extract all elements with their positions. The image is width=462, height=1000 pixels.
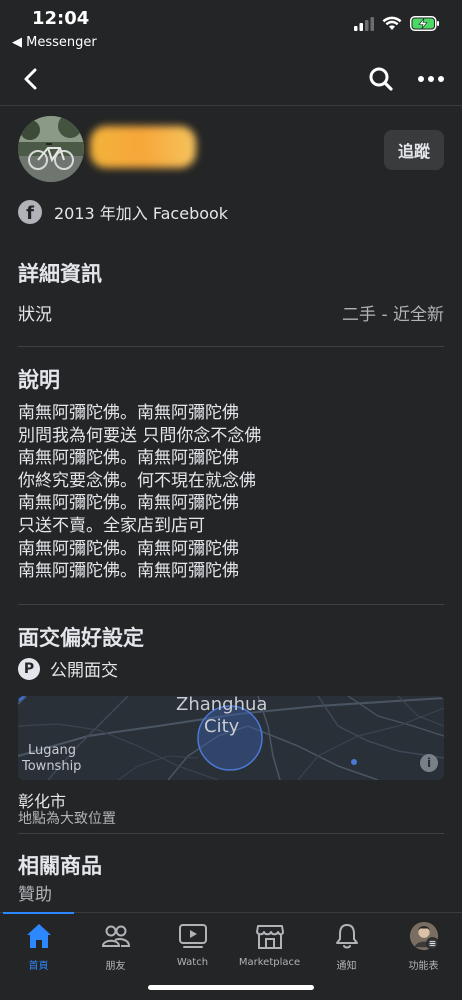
map-area-label: Township [22,759,82,774]
divider [18,604,444,605]
description-line: 別問我為何要送 只問你念不念佛 [18,425,262,446]
seller-avatar[interactable] [18,116,84,182]
tab-watch[interactable]: Watch [154,921,231,981]
description-line: 只送不賣。全家店到店可 [18,515,205,536]
description-line: 南無阿彌陀佛。南無阿彌陀佛 [18,403,239,423]
divider [18,346,444,347]
tab-label: 朋友 [105,961,126,972]
bicycle-photo [18,116,84,182]
sponsored-label: 贊助 [18,885,52,905]
tab-label: Marketplace [238,957,301,968]
map-city-label: Zhanghua [176,696,268,715]
meetup-option: P 公開面交 [18,656,118,681]
more-options-icon[interactable] [416,64,446,94]
divider [18,833,444,834]
tab-menu[interactable]: 功能表 [385,921,462,981]
tab-friends[interactable]: 朋友 [77,921,154,981]
map-city-label: City [204,716,240,737]
search-icon[interactable] [366,64,396,94]
tab-label: Watch [176,957,209,968]
description-title: 說明 [18,368,60,392]
status-bar: 12:04 ◀ Messenger [0,0,462,56]
public-meetup-icon: P [18,657,40,680]
location-note: 地點為大致位置 [18,811,116,827]
back-arrow-icon[interactable] [16,64,46,94]
meetup-preferences-title: 面交偏好設定 [18,626,144,650]
description-line: 南無阿彌陀佛。南無阿彌陀佛 [18,561,239,582]
home-icon [26,924,51,948]
marketplace-icon [255,925,284,949]
back-to-messenger-link[interactable]: ◀ Messenger [12,35,97,50]
follow-button[interactable]: 追蹤 [384,130,444,170]
tab-notifications[interactable]: 通知 [308,921,385,981]
condition-value: 二手 - 近全新 [342,305,444,325]
status-time: 12:04 [32,8,90,29]
tab-label: 首頁 [28,961,49,972]
cellular-signal-icon [354,16,374,31]
description-line: 南無阿彌陀佛。南無阿彌陀佛 [18,538,239,559]
friends-icon [101,925,130,947]
joined-text: 2013 年加入 Facebook [54,204,229,223]
battery-charging-icon [410,16,439,31]
home-indicator[interactable] [148,985,314,990]
details-title: 詳細資訊 [18,262,102,286]
description-line: 你終究要念佛。何不現在就念佛 [18,470,256,491]
seller-name-redacted[interactable] [90,126,196,168]
condition-row: 狀況 二手 - 近全新 [18,300,444,325]
joined-info: f 2013 年加入 Facebook [18,200,228,224]
seller-profile: 追蹤 [18,116,444,186]
description-text: 南無阿彌陀佛。南無阿彌陀佛 別問我為何要送 只問你念不念佛 南無阿彌陀佛。南無阿… [18,402,444,583]
wifi-icon [382,16,402,30]
description-line: 南無阿彌陀佛。南無阿彌陀佛 [18,493,239,514]
bell-icon [335,924,358,949]
condition-label: 狀況 [18,305,52,325]
map-info-icon[interactable]: i [420,754,438,772]
active-tab-indicator [3,912,74,914]
system-icons [354,16,440,31]
related-items-title: 相關商品 [18,854,102,878]
top-navigation [0,56,462,106]
tab-marketplace[interactable]: Marketplace [231,921,308,981]
menu-avatar-icon [409,921,439,951]
tab-home[interactable]: 首頁 [0,921,77,981]
facebook-icon: f [18,200,42,224]
watch-icon [178,924,207,948]
map-area-label: Lugang [28,743,76,758]
description-line: 南無阿彌陀佛。南無阿彌陀佛 [18,448,239,469]
tab-label: 通知 [336,961,357,972]
tab-label: 功能表 [408,961,439,972]
location-map[interactable]: Zhanghua City Lugang Township i [18,696,444,780]
meetup-option-label: 公開面交 [50,661,118,681]
